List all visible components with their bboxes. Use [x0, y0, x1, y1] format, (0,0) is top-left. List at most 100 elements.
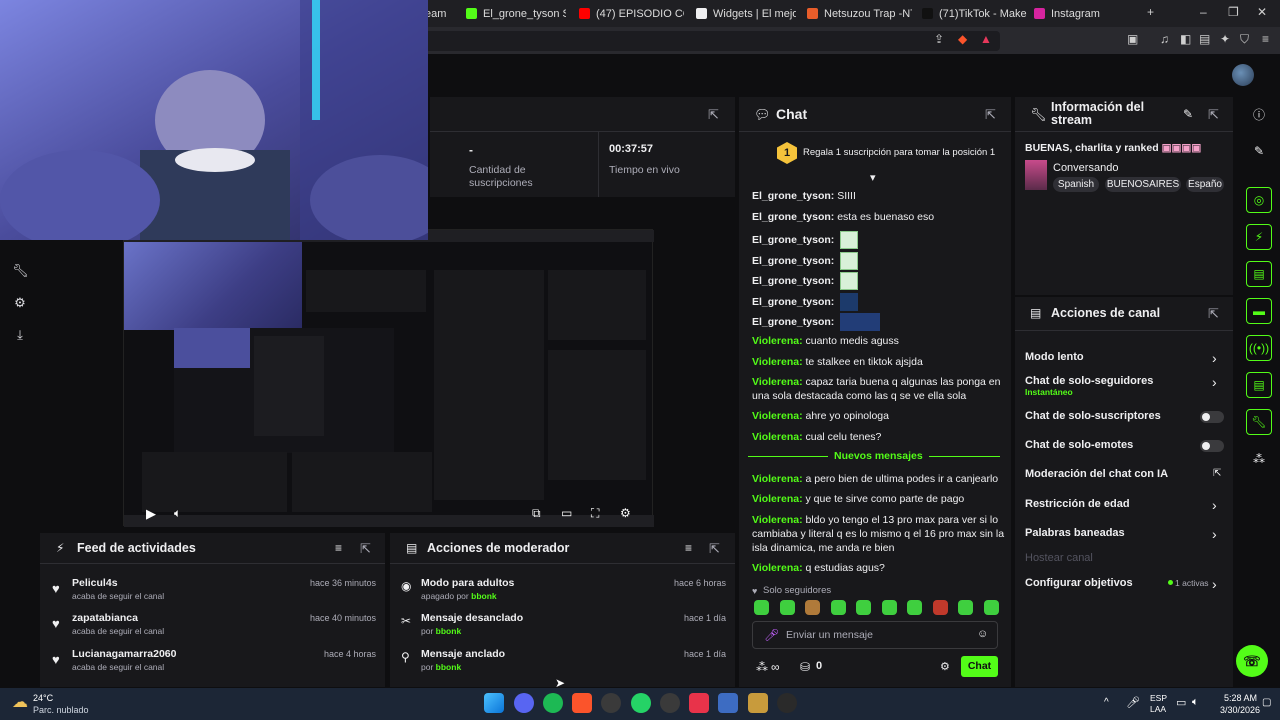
chat-message[interactable]: El_grone_tyson:	[752, 313, 1007, 331]
clock-date[interactable]: 3/30/2026	[1214, 705, 1260, 715]
chevron-right-icon[interactable]: ›	[1212, 497, 1217, 513]
browser-tab[interactable]: El_grone_tyson Stream	[466, 0, 566, 27]
chat-username[interactable]: Violerena:	[752, 473, 803, 485]
league-icon[interactable]	[748, 693, 768, 713]
clip-icon[interactable]: ⧉	[532, 506, 541, 521]
close-button[interactable]: ✕	[1257, 5, 1267, 19]
wallet-icon[interactable]: ▤	[1199, 32, 1210, 46]
whatsapp-icon[interactable]	[631, 693, 651, 713]
emote-picker-item[interactable]	[856, 600, 871, 615]
chat-username[interactable]: Violerena:	[752, 376, 803, 388]
chat-message[interactable]: Violerena: q estudias agus?	[752, 561, 1007, 575]
points-store-icon[interactable]: ⛁	[800, 660, 810, 674]
fullscreen-icon[interactable]: ⛶	[591, 506, 599, 521]
pencil-icon[interactable]: ✎	[1246, 138, 1272, 164]
follower-name[interactable]: Pelicul4s	[72, 577, 118, 589]
chevron-right-icon[interactable]: ›	[1212, 576, 1217, 592]
follower-name[interactable]: Lucianagamarra2060	[72, 648, 176, 660]
stream-tag[interactable]: Spanish	[1053, 177, 1099, 192]
popout-icon[interactable]: ⇱	[709, 541, 720, 557]
moderator-username[interactable]: bbonk	[436, 662, 462, 672]
language-code[interactable]: ESP	[1150, 693, 1167, 703]
popout-icon[interactable]: ⇱	[360, 541, 371, 557]
emote-picker-item[interactable]	[754, 600, 769, 615]
chat-username[interactable]: Violerena:	[752, 562, 803, 574]
chat-message[interactable]: Violerena: capaz taria buena q algunas l…	[752, 375, 1007, 403]
new-tab-button[interactable]: +	[1147, 5, 1154, 19]
app-icon[interactable]	[689, 693, 709, 713]
expand-chevron-icon[interactable]: ▾	[870, 171, 876, 184]
mic-tray-icon[interactable]: 🎤︎	[1126, 696, 1140, 709]
popout-icon[interactable]: ⇱	[708, 107, 719, 123]
follower-name[interactable]: zapatabianca	[72, 612, 138, 624]
chat-username[interactable]: Violerena:	[752, 410, 803, 422]
media-icon[interactable]: ♫	[1160, 32, 1169, 46]
chat-username[interactable]: El_grone_tyson:	[752, 211, 834, 223]
spotify-icon[interactable]	[543, 693, 563, 713]
help-button[interactable]: ☏	[1236, 645, 1268, 677]
chat-message[interactable]: Violerena: cuanto medis aguss	[752, 334, 1007, 348]
emote-picker-item[interactable]	[958, 600, 973, 615]
browser-tab[interactable]: Netsuzou Trap -NTR- e	[807, 0, 912, 27]
chat-username[interactable]: Violerena:	[752, 514, 803, 526]
wrench-icon[interactable]: 🔧︎	[1246, 409, 1272, 435]
chat-username[interactable]: El_grone_tyson:	[752, 234, 834, 246]
weather-temp[interactable]: 24°C	[33, 693, 53, 703]
clip-camera-icon[interactable]: ◎	[1246, 187, 1272, 213]
chat-message[interactable]: Violerena: a pero bien de ultima podes i…	[752, 472, 1007, 486]
popout-icon[interactable]: ⇱	[1208, 306, 1219, 322]
browser-tab[interactable]: Instagram	[1034, 0, 1134, 27]
popout-icon[interactable]: ⇱	[985, 107, 996, 123]
chevron-right-icon[interactable]: ›	[1212, 374, 1217, 390]
discord-icon[interactable]	[514, 693, 534, 713]
chat-username[interactable]: El_grone_tyson:	[752, 255, 834, 267]
external-link-icon[interactable]: ⇱	[1213, 468, 1221, 479]
filter-icon[interactable]: ≡	[335, 541, 342, 555]
leo-icon[interactable]: ✦	[1220, 32, 1230, 46]
menu-icon[interactable]: ≡	[1262, 32, 1269, 46]
clock-time[interactable]: 5:28 AM	[1219, 693, 1257, 703]
maximize-button[interactable]: ❐	[1228, 5, 1239, 19]
tray-chevron-icon[interactable]: ^	[1104, 697, 1109, 708]
volume-icon[interactable]: 🔈︎	[174, 506, 181, 521]
chat-username[interactable]: Violerena:	[752, 335, 803, 347]
gear-icon[interactable]: ⚙	[620, 506, 631, 520]
emote-picker-item[interactable]	[932, 600, 948, 615]
kick-points-icon[interactable]: ⁂	[1246, 446, 1272, 472]
media-player-icon[interactable]	[660, 693, 680, 713]
wrench-icon[interactable]: 🔧︎	[12, 263, 29, 279]
stream-tag[interactable]: Españo	[1186, 177, 1224, 192]
play-icon[interactable]: ▶	[146, 506, 156, 522]
browser-tab[interactable]: eam	[425, 0, 460, 27]
chat-message[interactable]: El_grone_tyson: SIIII	[752, 189, 1007, 203]
filter-icon[interactable]: ≡	[685, 541, 692, 555]
download-icon[interactable]: ⤓	[12, 327, 28, 343]
notification-icon[interactable]: ▢	[1262, 697, 1271, 708]
user-settings-icon[interactable]: ⚙	[12, 295, 28, 311]
toggle-switch[interactable]	[1200, 440, 1224, 452]
category-name[interactable]: Conversando	[1053, 162, 1118, 174]
chat-username[interactable]: Violerena:	[752, 493, 803, 505]
obs-icon[interactable]	[601, 693, 621, 713]
url-field[interactable]	[425, 31, 1000, 51]
windows-start-icon[interactable]	[484, 693, 504, 713]
moderator-username[interactable]: bbonk	[436, 626, 462, 636]
toggle-switch[interactable]	[1200, 411, 1224, 423]
chat-message[interactable]: Violerena: ahre yo opinologa	[752, 409, 1007, 423]
emoji-icon[interactable]: ☺	[977, 628, 988, 640]
chat-icon[interactable]: ▬	[1246, 298, 1272, 324]
chat-message[interactable]: El_grone_tyson:	[752, 293, 1007, 311]
chat-message[interactable]: Violerena: cual celu tenes?	[752, 430, 1007, 444]
keyboard-layout[interactable]: LAA	[1150, 704, 1166, 714]
minimize-button[interactable]: –	[1200, 5, 1207, 19]
theatre-icon[interactable]: ▭	[561, 506, 572, 520]
chat-message[interactable]: El_grone_tyson:	[752, 252, 1007, 270]
brave-icon[interactable]	[572, 693, 592, 713]
volume-tray-icon[interactable]: 🔈︎	[1192, 696, 1199, 709]
sidebar-icon[interactable]: ◧	[1180, 32, 1191, 46]
weather-desc[interactable]: Parc. nublado	[33, 705, 89, 715]
emote-picker-item[interactable]	[983, 600, 999, 615]
chat-settings-icon[interactable]: ⚙	[940, 660, 950, 673]
browser-tab[interactable]: Widgets | El mejor soft	[696, 0, 796, 27]
user-avatar[interactable]	[1232, 64, 1254, 86]
